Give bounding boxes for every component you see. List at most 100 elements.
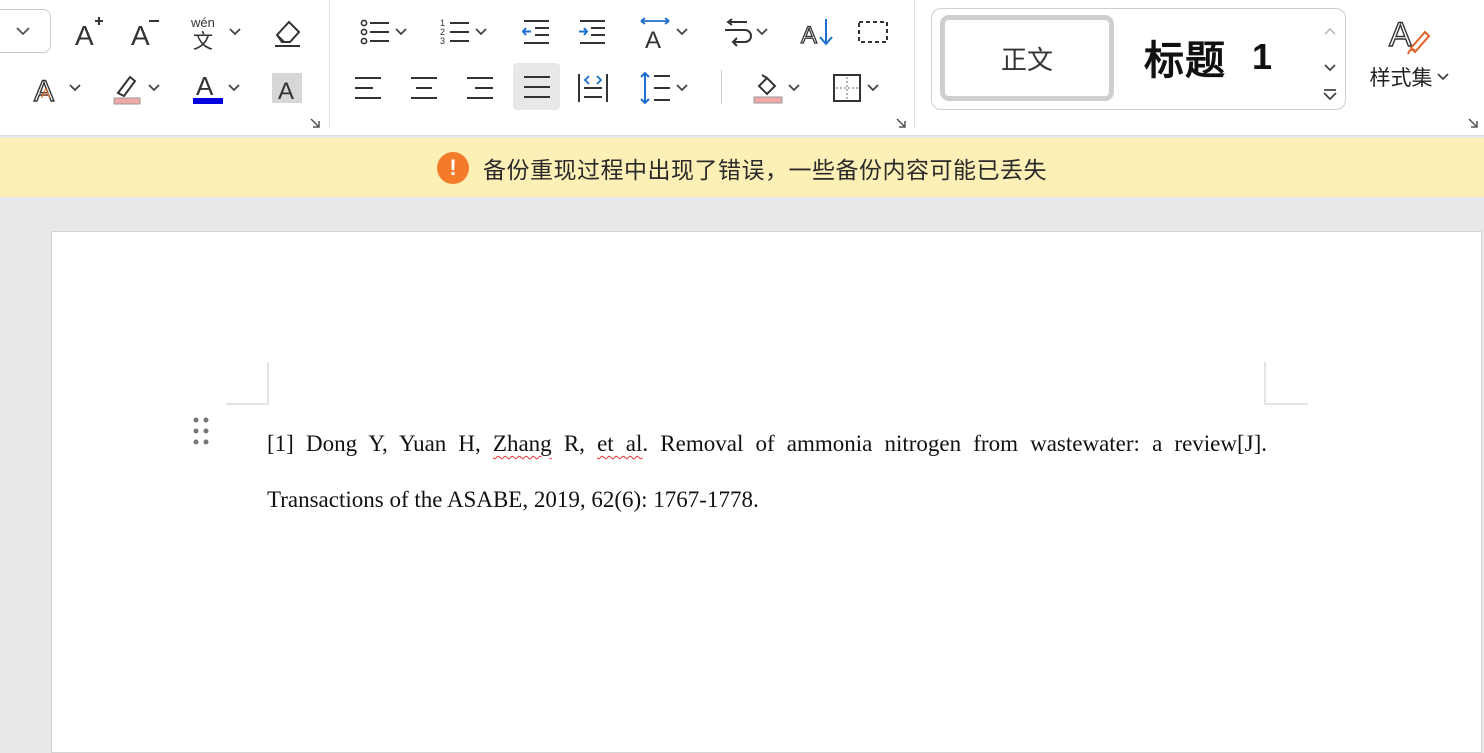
borders-icon <box>833 74 861 102</box>
spellcheck-word-etal: et al <box>597 431 643 456</box>
grow-font-button[interactable]: A <box>68 12 108 52</box>
style-set-icon: A <box>1388 15 1431 55</box>
styles-dialog-launcher-icon[interactable] <box>1467 117 1479 129</box>
decrease-indent-icon <box>521 20 549 44</box>
increase-indent-icon <box>579 20 605 44</box>
sort-icon: A <box>800 19 833 49</box>
shading-button[interactable] <box>744 68 806 108</box>
toolbar-divider <box>721 70 722 104</box>
svg-text:A: A <box>196 71 214 101</box>
chinese-layout-icon <box>725 18 752 47</box>
show-marks-button[interactable] <box>852 12 894 52</box>
align-right-icon <box>467 77 493 99</box>
style-gallery: 正文 标题 1 <box>931 8 1346 110</box>
align-center-button[interactable] <box>403 68 445 108</box>
warning-icon: ! <box>437 151 469 184</box>
shrink-font-icon: A <box>131 20 159 49</box>
font-color-button[interactable]: A <box>184 68 246 108</box>
chevron-down-icon <box>676 28 688 36</box>
phonetic-guide-icon: wén 文 <box>190 15 215 50</box>
bullets-button[interactable] <box>352 12 414 52</box>
chevron-down-icon <box>16 27 30 36</box>
font-size-dropdown[interactable] <box>0 9 51 53</box>
align-left-icon <box>355 77 381 99</box>
chevron-down-icon <box>228 84 240 92</box>
style-normal-label: 正文 <box>1000 45 1053 75</box>
align-right-button[interactable] <box>459 68 501 108</box>
character-shading-icon: A <box>272 73 302 105</box>
svg-text:3: 3 <box>440 36 445 46</box>
chevron-down-icon <box>867 84 879 92</box>
reference-paragraph[interactable]: [1] Dong Y, Yuan H, Zhang R, et al. Remo… <box>267 416 1267 528</box>
highlight-icon <box>113 75 141 105</box>
svg-text:A: A <box>41 85 51 101</box>
style-set-button[interactable]: A 样式集 <box>1364 10 1454 110</box>
svg-text:A: A <box>1389 16 1412 54</box>
borders-button[interactable] <box>824 68 886 108</box>
style-heading-1[interactable]: 标题 1 <box>1144 27 1273 87</box>
line-spacing-button[interactable] <box>632 68 694 108</box>
font-color-icon: A <box>193 71 223 104</box>
chevron-down-icon <box>788 84 800 92</box>
chevron-down-icon <box>676 84 688 92</box>
distributed-icon <box>578 74 608 102</box>
text-direction-button[interactable]: A <box>632 12 694 52</box>
justify-button[interactable] <box>513 63 560 110</box>
sort-button[interactable]: A <box>796 12 838 52</box>
grow-font-icon: A <box>75 17 103 49</box>
group-separator <box>329 0 330 128</box>
style-heading-label: 标题 <box>1144 37 1226 84</box>
line-spacing-icon <box>640 71 670 105</box>
spellcheck-word-zhang: Zhang <box>492 431 552 456</box>
font-dialog-launcher-icon[interactable] <box>309 117 321 129</box>
distributed-button[interactable] <box>572 68 614 108</box>
svg-text:A: A <box>131 20 150 49</box>
chevron-up-icon <box>1324 27 1336 35</box>
clear-format-button[interactable] <box>266 12 308 52</box>
chevron-down-icon <box>756 28 768 36</box>
paragraph-dialog-launcher-icon[interactable] <box>895 117 907 129</box>
text-effect-icon: A A <box>33 74 54 105</box>
character-shading-button[interactable]: A <box>266 68 308 108</box>
ref-text-2: R, <box>551 431 598 456</box>
text-effect-button[interactable]: A A <box>26 68 86 108</box>
margin-corner-top-right <box>1264 362 1308 405</box>
numbering-button[interactable]: 1 2 3 <box>432 12 494 52</box>
margin-corner-top-left <box>226 362 269 405</box>
text-direction-icon: A <box>640 17 670 49</box>
chevron-down-icon <box>1436 73 1449 81</box>
style-set-label: 样式集 <box>1369 67 1433 90</box>
align-left-button[interactable] <box>347 68 389 108</box>
highlight-button[interactable] <box>104 68 166 108</box>
svg-text:文: 文 <box>193 29 213 50</box>
svg-text:A: A <box>75 20 94 49</box>
gallery-scroll-controls[interactable] <box>1320 17 1340 103</box>
svg-text:A: A <box>801 22 817 49</box>
chevron-down-icon <box>229 28 241 36</box>
style-normal[interactable]: 正文 <box>940 15 1114 101</box>
align-center-icon <box>411 77 437 99</box>
drag-handle-icon[interactable] <box>191 416 211 446</box>
shrink-font-button[interactable]: A <box>124 12 164 52</box>
svg-text:A: A <box>278 78 294 105</box>
increase-indent-button[interactable] <box>571 12 613 52</box>
ribbon: A A wén 文 A A A A 1 2 3 A A 正文 标题 1 A 样式… <box>0 0 1484 136</box>
expand-gallery-icon <box>1323 89 1337 101</box>
numbering-icon: 1 2 3 <box>440 18 469 46</box>
group-separator <box>914 0 915 128</box>
chevron-down-icon <box>1324 64 1336 72</box>
notice-message: 备份重现过程中出现了错误，一些备份内容可能已丢失 <box>483 156 1047 183</box>
chevron-down-icon <box>395 28 407 36</box>
style-heading-number: 1 <box>1252 36 1274 77</box>
chevron-down-icon <box>148 84 160 92</box>
clear-format-icon <box>275 20 301 47</box>
chevron-down-icon <box>475 28 487 36</box>
ref-text-1: [1] Dong Y, Yuan H, <box>267 431 493 456</box>
show-marks-icon <box>858 21 888 43</box>
justify-icon <box>523 75 550 98</box>
decrease-indent-button[interactable] <box>515 12 557 52</box>
phonetic-guide-button[interactable]: wén 文 <box>184 12 246 52</box>
svg-text:wén: wén <box>190 15 215 30</box>
chinese-layout-button[interactable] <box>716 12 774 52</box>
chevron-down-icon <box>69 84 81 92</box>
